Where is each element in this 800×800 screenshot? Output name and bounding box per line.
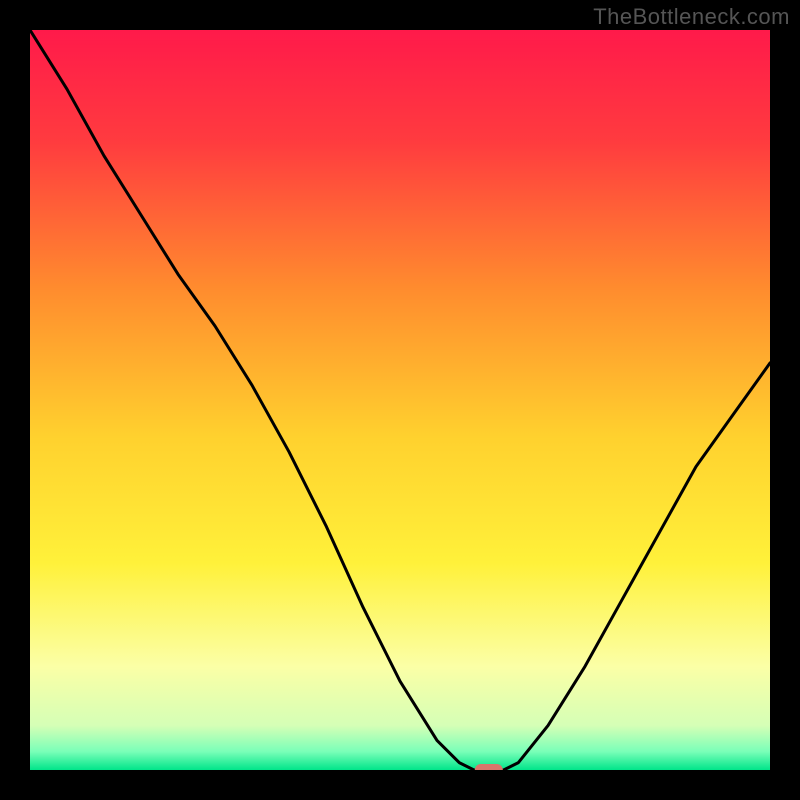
chart-svg (30, 30, 770, 770)
chart-background (30, 30, 770, 770)
watermark-text: TheBottleneck.com (593, 4, 790, 30)
bottleneck-chart (30, 30, 770, 770)
optimal-marker (475, 764, 503, 770)
